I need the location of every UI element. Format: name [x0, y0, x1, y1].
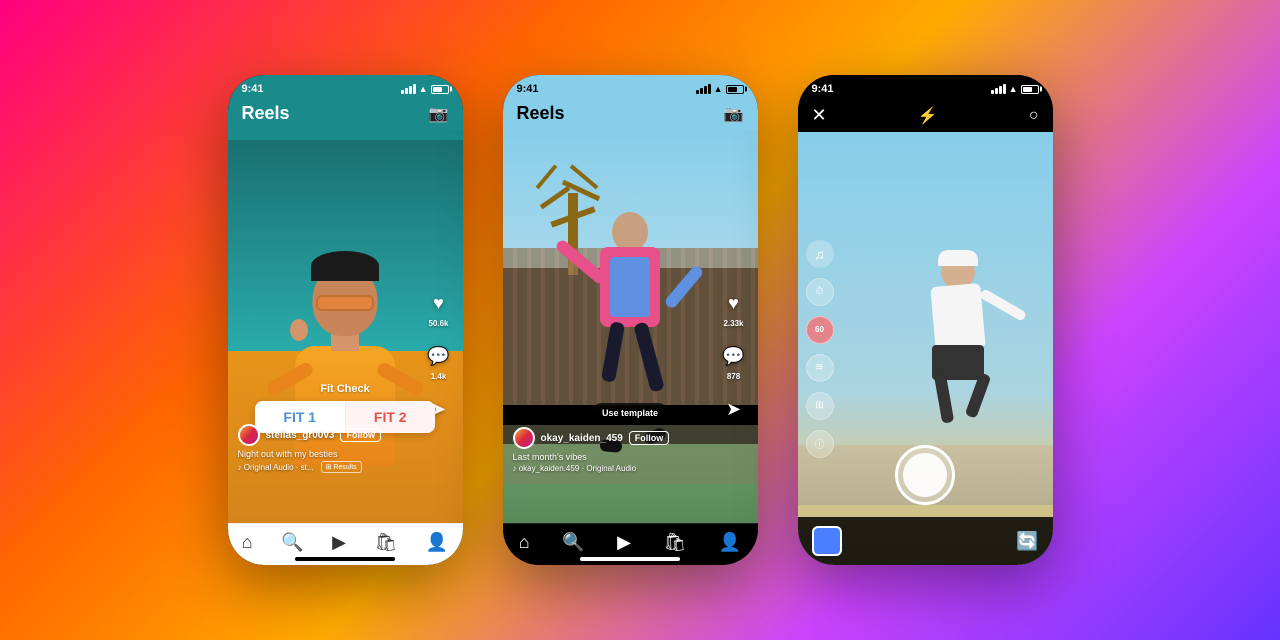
timer-tool[interactable]: ⏱: [806, 278, 834, 306]
app-header-1: Reels 📷: [228, 99, 463, 130]
nav-search-2[interactable]: 🔍: [562, 532, 584, 553]
user-avatar-1: [238, 424, 260, 446]
nav-profile-2[interactable]: 👤: [719, 532, 741, 553]
signal-icon-3: [991, 84, 1006, 94]
nav-reels-2[interactable]: ▶: [617, 532, 631, 553]
status-bar-2: 9:41 ▲: [503, 75, 758, 99]
user-info-2: okay_kaiden_459 Follow Last month's vibe…: [513, 427, 708, 473]
close-icon[interactable]: ✕: [812, 105, 827, 126]
music-tool[interactable]: ♫: [806, 240, 834, 268]
flip-camera-icon[interactable]: 🔄: [1016, 531, 1038, 552]
comment-action-1[interactable]: 💬 1.4k: [425, 342, 453, 381]
user-info-1: stellas_gr00v3 Follow Night out with my …: [238, 424, 413, 473]
reels-title-1: Reels: [242, 103, 290, 124]
flash-icon[interactable]: ⚡: [918, 106, 938, 126]
status-icons-1: ▲: [401, 84, 449, 94]
nav-shop-2[interactable]: 🛍: [663, 532, 686, 553]
share-action-2[interactable]: ➤: [720, 395, 748, 423]
nav-reels-1[interactable]: ▶: [332, 532, 346, 553]
time-3: 9:41: [812, 83, 834, 95]
phone-3: 9:41 ▲ ✕ ⚡ ○: [798, 75, 1053, 565]
battery-icon: [431, 85, 449, 94]
fit-check-label: Fit Check: [255, 383, 435, 395]
phone-1: 9:41 ▲ Reels 📷: [228, 75, 463, 565]
phone1-content: ♥ 50.6k 💬 1.4k ➤ Fit Check FIT 1 FIT 2: [228, 130, 463, 523]
settings-icon[interactable]: ○: [1029, 107, 1039, 125]
time-1: 9:41: [242, 83, 264, 95]
bottom-nav-2: ⌂ 🔍 ▶ 🛍 👤: [503, 523, 758, 565]
camera-bottom-bar: 🔄: [798, 517, 1053, 565]
nav-shop-1[interactable]: 🛍: [374, 532, 397, 553]
audio-text-2: ♪ okay_kaiden.459 · Original Audio: [513, 464, 637, 473]
wifi-icon-3: ▲: [1009, 84, 1018, 94]
username-2: okay_kaiden_459: [541, 433, 623, 444]
speed-tool[interactable]: 60: [806, 316, 834, 344]
signal-icon-2: [696, 84, 711, 94]
status-bar-1: 9:41 ▲: [228, 75, 463, 99]
side-actions-2: ♥ 2.33k 💬 878 ➤: [720, 289, 748, 423]
nav-home-1[interactable]: ⌂: [242, 532, 253, 553]
time-2: 9:41: [517, 83, 539, 95]
follow-btn-2[interactable]: Follow: [629, 431, 670, 445]
status-bar-3: 9:41 ▲: [798, 75, 1053, 99]
layout-tool[interactable]: ⊞: [806, 392, 834, 420]
reels-title-2: Reels: [517, 103, 565, 124]
wifi-icon: ▲: [419, 84, 428, 94]
use-template-btn[interactable]: Use template: [592, 403, 668, 423]
home-indicator-2: [580, 557, 680, 561]
battery-icon-3: [1021, 85, 1039, 94]
nav-profile-1[interactable]: 👤: [426, 532, 448, 553]
app-header-2: Reels 📷: [503, 99, 758, 130]
nav-search-1[interactable]: 🔍: [281, 532, 303, 553]
circle-tool[interactable]: ⓘ: [806, 430, 834, 458]
capture-button[interactable]: [895, 445, 955, 505]
gallery-thumbnail[interactable]: [812, 526, 842, 556]
camera-content: ♫ ⏱ 60 ≋ ⊞ ⓘ: [798, 132, 1053, 565]
caption-1: Night out with my besties: [238, 449, 413, 459]
home-indicator-1: [295, 557, 395, 561]
user-avatar-2: [513, 427, 535, 449]
side-tools: ♫ ⏱ 60 ≋ ⊞ ⓘ: [806, 240, 834, 458]
camera-icon-1[interactable]: 📷: [429, 104, 449, 124]
like-action-2[interactable]: ♥ 2.33k: [720, 289, 748, 328]
results-btn-1[interactable]: ⊞ Results: [321, 461, 362, 473]
camera-icon-2[interactable]: 📷: [724, 104, 744, 124]
status-icons-3: ▲: [991, 84, 1039, 94]
phone-2: 9:41 ▲ Reels 📷: [503, 75, 758, 565]
caption-2: Last month's vibes: [513, 452, 708, 462]
signal-icon: [401, 84, 416, 94]
wifi-icon-2: ▲: [714, 84, 723, 94]
nav-home-2[interactable]: ⌂: [519, 532, 530, 553]
filter-tool[interactable]: ≋: [806, 354, 834, 382]
status-icons-2: ▲: [696, 84, 744, 94]
username-1: stellas_gr00v3: [266, 430, 335, 441]
audio-text-1: ♪ Original Audio · st...: [238, 463, 314, 472]
camera-header: ✕ ⚡ ○: [798, 99, 1053, 132]
like-action-1[interactable]: ♥ 50.6k: [425, 289, 453, 328]
battery-icon-2: [726, 85, 744, 94]
bottom-nav-1: ⌂ 🔍 ▶ 🛍 👤: [228, 523, 463, 565]
comment-action-2[interactable]: 💬 878: [720, 342, 748, 381]
capture-inner: [903, 453, 947, 497]
phone2-content: Use template ♥ 2.33k 💬 878 ➤: [503, 130, 758, 523]
follow-btn-1[interactable]: Follow: [340, 428, 381, 442]
